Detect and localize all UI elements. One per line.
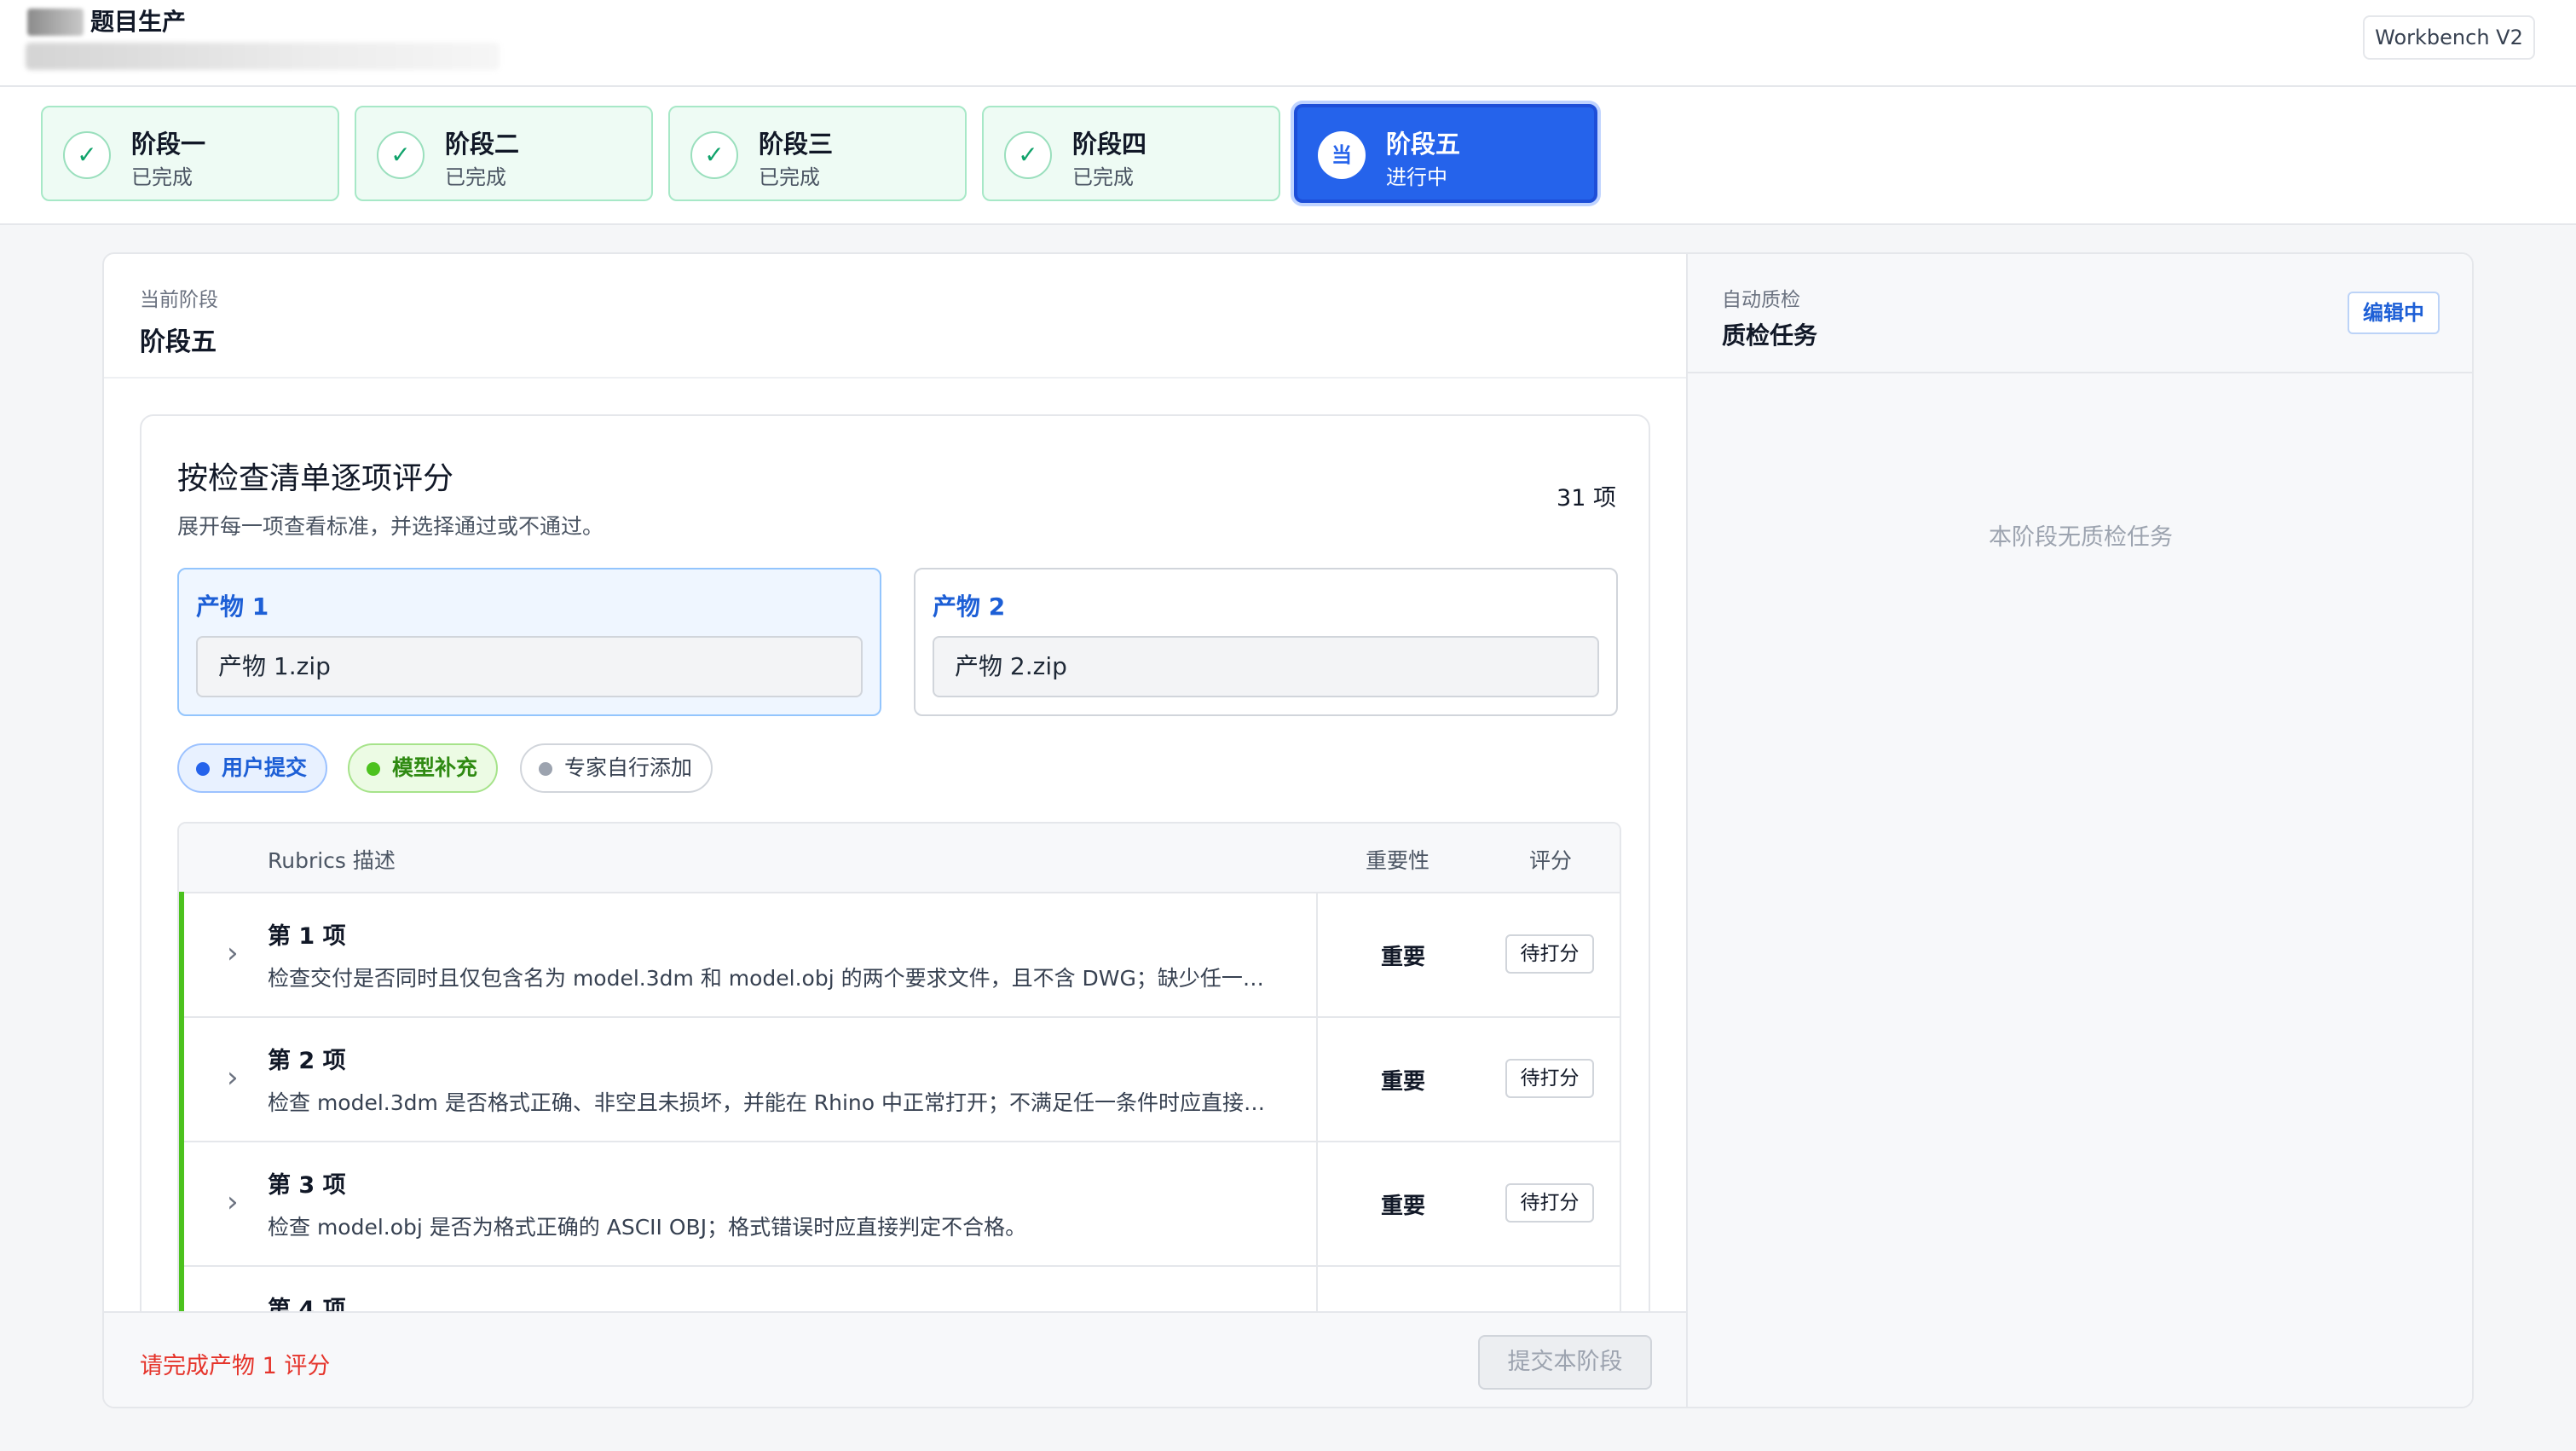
current-stage-name: 阶段五 bbox=[140, 327, 217, 357]
blurred-subtitle bbox=[26, 43, 500, 70]
qc-title: 质检任务 bbox=[1722, 321, 1818, 350]
stage-1[interactable]: ✓ 阶段一 已完成 bbox=[41, 106, 339, 201]
column-divider bbox=[1316, 1016, 1318, 1141]
rubric-table: Rubrics 描述 重要性 评分 › 第 1 项 检查交付是否同时且仅包含名为… bbox=[177, 822, 1621, 1376]
check-icon: ✓ bbox=[1004, 131, 1052, 179]
row-importance: 重要 bbox=[1381, 1069, 1426, 1095]
source-bar bbox=[179, 892, 184, 1016]
row-importance: 重要 bbox=[1381, 945, 1426, 970]
editing-badge[interactable]: 编辑中 bbox=[2348, 292, 2440, 334]
check-icon: ✓ bbox=[377, 131, 425, 179]
blue-dot-icon bbox=[196, 762, 210, 776]
col-importance: 重要性 bbox=[1366, 848, 1430, 873]
green-dot-icon bbox=[367, 762, 380, 776]
stage-footer: 请完成产物 1 评分 提交本阶段 bbox=[104, 1311, 1686, 1407]
stage-3[interactable]: ✓ 阶段三 已完成 bbox=[668, 106, 967, 201]
check-icon: ✓ bbox=[63, 131, 111, 179]
row-title: 第 3 项 bbox=[268, 1172, 346, 1199]
stage-status: 已完成 bbox=[131, 165, 193, 189]
source-bar bbox=[179, 1141, 184, 1265]
stage-stepper: ✓ 阶段一 已完成 ✓ 阶段二 已完成 ✓ 阶段三 已完成 ✓ 阶段四 已完成 … bbox=[0, 87, 2576, 225]
col-score: 评分 bbox=[1529, 848, 1573, 873]
stage-name: 阶段四 bbox=[1072, 130, 1147, 159]
stage-status: 已完成 bbox=[759, 165, 820, 189]
legend-model-added[interactable]: 模型补充 bbox=[348, 743, 499, 793]
table-row[interactable]: › 第 1 项 检查交付是否同时且仅包含名为 model.3dm 和 model… bbox=[179, 892, 1620, 1018]
score-button[interactable]: 待打分 bbox=[1505, 934, 1594, 974]
stage-name: 阶段二 bbox=[445, 130, 520, 159]
score-button[interactable]: 待打分 bbox=[1505, 1059, 1594, 1098]
stage-status: 已完成 bbox=[445, 165, 506, 189]
qc-header: 自动质检 质检任务 编辑中 bbox=[1688, 254, 2472, 373]
row-importance: 重要 bbox=[1381, 1194, 1426, 1219]
stage-2[interactable]: ✓ 阶段二 已完成 bbox=[355, 106, 653, 201]
table-row[interactable]: › 第 3 项 检查 model.obj 是否为格式正确的 ASCII OBJ；… bbox=[179, 1141, 1620, 1267]
chevron-right-icon[interactable]: › bbox=[227, 936, 239, 970]
legend-label: 用户提交 bbox=[222, 755, 308, 780]
qc-panel: 自动质检 质检任务 编辑中 本阶段无质检任务 bbox=[1686, 254, 2472, 1407]
stage-name: 阶段一 bbox=[131, 130, 206, 159]
column-divider bbox=[1316, 1141, 1318, 1265]
table-header: Rubrics 描述 重要性 评分 bbox=[179, 824, 1620, 893]
score-button[interactable]: 待打分 bbox=[1505, 1183, 1594, 1223]
stage-name: 阶段三 bbox=[759, 130, 834, 159]
stage-4[interactable]: ✓ 阶段四 已完成 bbox=[982, 106, 1280, 201]
gray-dot-icon bbox=[539, 762, 552, 776]
app-title: 题目生产 bbox=[90, 8, 187, 36]
product-file[interactable]: 产物 1.zip bbox=[196, 636, 863, 697]
column-divider bbox=[1316, 892, 1318, 1016]
product-name: 产物 2 bbox=[933, 593, 1006, 621]
row-description: 检查 model.obj 是否为格式正确的 ASCII OBJ；格式错误时应直接… bbox=[268, 1215, 1027, 1240]
logo-icon bbox=[27, 9, 84, 36]
stage-status: 进行中 bbox=[1386, 165, 1447, 189]
rubric-count: 31 项 bbox=[1557, 485, 1616, 512]
current-stage-icon: 当 bbox=[1318, 131, 1366, 179]
chevron-right-icon[interactable]: › bbox=[227, 1061, 239, 1095]
product-card-2[interactable]: 产物 2 产物 2.zip bbox=[914, 568, 1618, 716]
qc-empty-state: 本阶段无质检任务 bbox=[1989, 524, 2173, 551]
stage-name: 阶段五 bbox=[1386, 130, 1461, 159]
stage-5-active[interactable]: 当 阶段五 进行中 bbox=[1294, 104, 1597, 203]
main-card: 当前阶段 阶段五 按检查清单逐项评分 展开每一项查看标准，并选择通过或不通过。 … bbox=[102, 252, 2474, 1408]
product-name: 产物 1 bbox=[196, 593, 269, 621]
submit-stage-button[interactable]: 提交本阶段 bbox=[1478, 1335, 1652, 1390]
top-bar: 题目生产 Workbench V2 bbox=[0, 0, 2576, 87]
stage-status: 已完成 bbox=[1072, 165, 1134, 189]
validation-warning: 请完成产物 1 评分 bbox=[140, 1353, 331, 1379]
rubric-card: 按检查清单逐项评分 展开每一项查看标准，并选择通过或不通过。 31 项 产物 1… bbox=[140, 414, 1650, 1378]
rubric-title: 按检查清单逐项评分 bbox=[177, 461, 454, 496]
version-badge[interactable]: Workbench V2 bbox=[2363, 15, 2535, 60]
table-row[interactable]: › 第 2 项 检查 model.3dm 是否格式正确、非空且未损坏，并能在 R… bbox=[179, 1016, 1620, 1142]
legend-label: 模型补充 bbox=[392, 755, 478, 780]
stage-panel: 当前阶段 阶段五 按检查清单逐项评分 展开每一项查看标准，并选择通过或不通过。 … bbox=[104, 254, 1686, 1407]
row-description: 检查交付是否同时且仅包含名为 model.3dm 和 model.obj 的两个… bbox=[268, 966, 1264, 991]
row-description: 检查 model.3dm 是否格式正确、非空且未损坏，并能在 Rhino 中正常… bbox=[268, 1090, 1266, 1115]
check-icon: ✓ bbox=[690, 131, 738, 179]
rubric-description: 展开每一项查看标准，并选择通过或不通过。 bbox=[177, 514, 604, 539]
legend-label: 专家自行添加 bbox=[564, 755, 693, 780]
qc-label: 自动质检 bbox=[1722, 289, 1800, 311]
row-title: 第 2 项 bbox=[268, 1048, 346, 1074]
row-title: 第 1 项 bbox=[268, 923, 346, 950]
chevron-right-icon[interactable]: › bbox=[227, 1185, 239, 1219]
legend-user-submitted[interactable]: 用户提交 bbox=[177, 743, 328, 793]
current-stage-label: 当前阶段 bbox=[140, 289, 218, 311]
source-bar bbox=[179, 1016, 184, 1141]
product-file[interactable]: 产物 2.zip bbox=[933, 636, 1599, 697]
col-description: Rubrics 描述 bbox=[268, 848, 396, 873]
product-card-1[interactable]: 产物 1 产物 1.zip bbox=[177, 568, 881, 716]
stage-header: 当前阶段 阶段五 bbox=[104, 254, 1686, 379]
legend-expert-added[interactable]: 专家自行添加 bbox=[520, 743, 713, 793]
